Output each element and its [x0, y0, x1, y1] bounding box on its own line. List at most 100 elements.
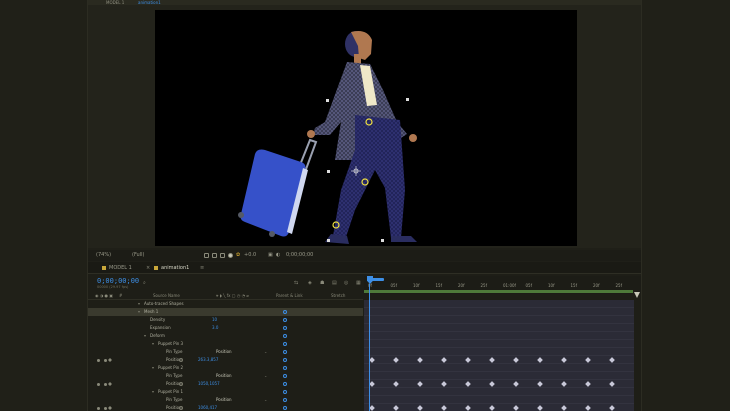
pick-whip-icon[interactable] — [283, 342, 287, 346]
keyframe-diamond[interactable] — [465, 381, 471, 387]
pin-type-dropdown[interactable]: Position — [216, 372, 232, 380]
keyframe-nav-arrow-icon[interactable] — [104, 407, 107, 410]
keyframe-track[interactable] — [364, 372, 634, 380]
column-source-name[interactable]: Source Name — [153, 294, 180, 298]
pick-whip-icon[interactable] — [283, 382, 287, 386]
property-value[interactable]: 1060,417 — [198, 404, 217, 411]
keyframe-diamond[interactable] — [465, 405, 471, 411]
resolution-dropdown[interactable]: (Full) — [132, 253, 144, 258]
keyframe-diamond[interactable] — [489, 357, 495, 363]
keyframe-area[interactable] — [364, 300, 634, 411]
timeline-tab-animation1[interactable]: animation1 — [154, 265, 189, 271]
keyframe-nav-arrow-icon[interactable] — [97, 407, 100, 410]
disclosure-triangle-icon[interactable]: ▾ — [152, 364, 154, 372]
draft-3d-icon[interactable]: ◈ — [308, 280, 312, 286]
layer-property-row[interactable]: Pin Type Position ⌄ — [88, 348, 363, 356]
keyframe-track[interactable] — [364, 308, 634, 316]
guides-icon[interactable] — [220, 253, 225, 258]
column-stretch[interactable]: Stretch — [331, 294, 345, 298]
composition-canvas[interactable] — [155, 10, 577, 246]
pick-whip-icon[interactable] — [283, 318, 287, 322]
pick-whip-icon[interactable] — [283, 398, 287, 402]
show-snapshot-icon[interactable]: ◐ — [276, 253, 280, 258]
keyframe-diamond[interactable] — [465, 357, 471, 363]
dropdown-arrow-icon[interactable]: ⌄ — [264, 396, 267, 404]
region-of-interest-icon[interactable] — [204, 253, 209, 258]
keyframe-track[interactable] — [364, 340, 634, 348]
keyframe-track[interactable] — [364, 364, 634, 372]
motion-blur-icon[interactable]: ◎ — [344, 280, 348, 286]
keyframe-diamond[interactable] — [513, 357, 519, 363]
keyframe-diamond[interactable] — [609, 405, 615, 411]
keyframe-diamond[interactable] — [441, 357, 447, 363]
layer-property-row[interactable]: ▾ Mesh 1 — [88, 308, 363, 316]
keyframe-diamond[interactable] — [561, 405, 567, 411]
layer-property-row[interactable]: Position 1060,417 — [88, 404, 363, 411]
layer-property-row[interactable]: ▾ Puppet Pin 3 — [88, 340, 363, 348]
layer-property-row[interactable]: ▾ Auto-traced Shapes — [88, 300, 363, 308]
keyframe-track[interactable] — [364, 332, 634, 340]
keyframe-diamond[interactable] — [561, 381, 567, 387]
transparency-grid-icon[interactable] — [212, 253, 217, 258]
keyframe-diamond[interactable] — [369, 357, 375, 363]
keyframe-track[interactable] — [364, 388, 634, 396]
layer-property-row[interactable]: ▾ Puppet Pin 2 — [88, 364, 363, 372]
keyframe-track[interactable] — [364, 348, 634, 356]
pick-whip-icon[interactable] — [283, 406, 287, 410]
comp-flowchart-icon[interactable]: ⇆ — [294, 280, 298, 286]
keyframe-track[interactable] — [364, 404, 634, 411]
layer-property-row[interactable]: ▾ Deform — [88, 332, 363, 340]
keyframe-diamond[interactable] — [537, 357, 543, 363]
mask-visibility-icon[interactable] — [228, 253, 233, 258]
disclosure-triangle-icon[interactable]: ▾ — [138, 300, 140, 308]
keyframe-track[interactable] — [364, 380, 634, 388]
keyframe-diamond[interactable] — [513, 405, 519, 411]
keyframe-diamond[interactable] — [609, 381, 615, 387]
keyframe-diamond[interactable] — [369, 405, 375, 411]
pick-whip-icon[interactable] — [283, 334, 287, 338]
pick-whip-icon[interactable] — [283, 358, 287, 362]
snapshot-icon[interactable]: ▣ — [268, 253, 273, 258]
keyframe-diamond[interactable] — [393, 405, 399, 411]
layer-property-row[interactable]: Position 1050,1057 — [88, 380, 363, 388]
stopwatch-icon[interactable] — [179, 406, 183, 410]
pick-whip-icon[interactable] — [283, 374, 287, 378]
keyframe-diamond[interactable] — [489, 381, 495, 387]
pick-whip-icon[interactable] — [283, 310, 287, 314]
work-area-end-marker[interactable] — [634, 292, 640, 298]
pick-whip-icon[interactable] — [283, 390, 287, 394]
disclosure-triangle-icon[interactable]: ▾ — [138, 308, 140, 316]
keyframe-diamond[interactable] — [369, 381, 375, 387]
property-value[interactable]: 3.0 — [212, 324, 218, 332]
keyframe-track[interactable] — [364, 356, 634, 364]
disclosure-triangle-icon[interactable]: ▾ — [152, 340, 154, 348]
current-time-display[interactable]: 0;00;00;00 — [286, 253, 313, 258]
keyframe-diamond[interactable] — [609, 357, 615, 363]
disclosure-triangle-icon[interactable]: ▾ — [152, 388, 154, 396]
property-value[interactable]: 1050,1057 — [198, 380, 220, 388]
stopwatch-icon[interactable] — [179, 358, 183, 362]
keyframe-diamond[interactable] — [393, 381, 399, 387]
keyframe-track[interactable] — [364, 316, 634, 324]
timeline-tab-model1[interactable]: MODEL 1 — [102, 265, 132, 271]
keyframe-track[interactable] — [364, 396, 634, 404]
keyframe-diamond[interactable] — [561, 357, 567, 363]
layer-property-row[interactable]: Density 10 — [88, 316, 363, 324]
stopwatch-icon[interactable] — [179, 382, 183, 386]
dropdown-arrow-icon[interactable]: ⌄ — [264, 372, 267, 380]
layer-property-row[interactable]: Pin Type Position ⌄ — [88, 372, 363, 380]
keyframe-diamond[interactable] — [417, 405, 423, 411]
keyframe-navigator-icon[interactable] — [108, 406, 112, 410]
column-parent-link[interactable]: Parent & Link — [276, 294, 303, 298]
layer-property-row[interactable]: Expansion 3.0 — [88, 324, 363, 332]
time-ruler[interactable]: 0f05f10f15f20f25f01:00f05f10f15f20f25f — [364, 276, 641, 294]
keyframe-diamond[interactable] — [489, 405, 495, 411]
property-value[interactable]: 10 — [212, 316, 217, 324]
frame-blending-icon[interactable]: ▤ — [332, 280, 337, 286]
property-value[interactable]: 263.3,857 — [198, 356, 218, 364]
keyframe-diamond[interactable] — [417, 357, 423, 363]
keyframe-diamond[interactable] — [513, 381, 519, 387]
timeline-search-icon[interactable]: ⌕ — [143, 280, 155, 286]
pin-type-dropdown[interactable]: Position — [216, 348, 232, 356]
keyframe-navigator-icon[interactable] — [108, 382, 112, 386]
